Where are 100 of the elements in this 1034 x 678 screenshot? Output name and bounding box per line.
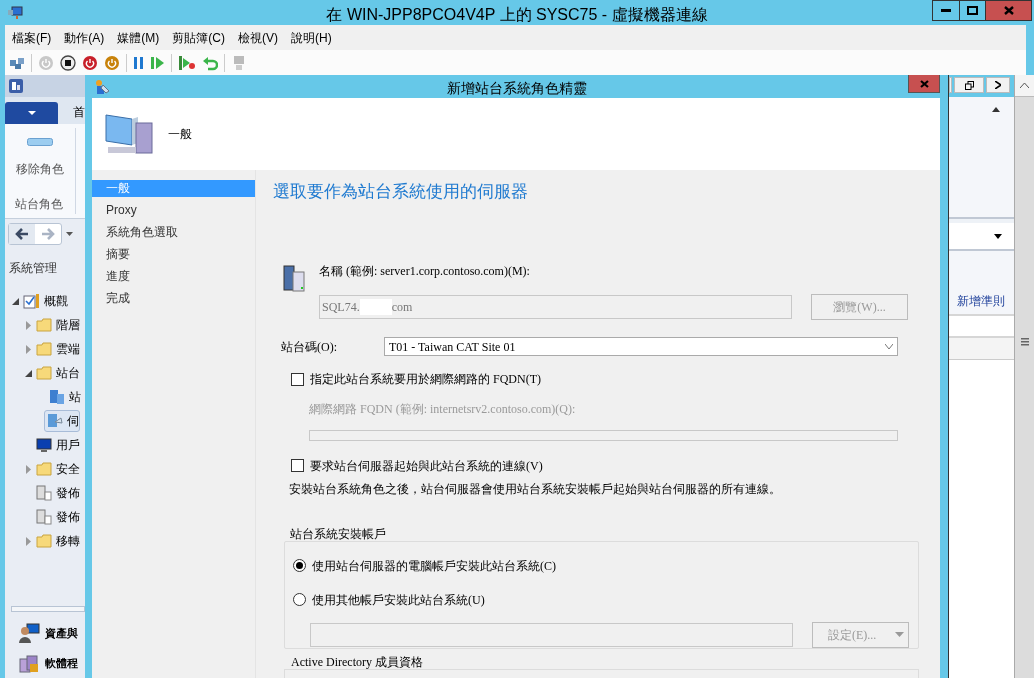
back-button[interactable]: [9, 224, 35, 244]
power-icon[interactable]: [104, 54, 120, 71]
group-title: Active Directory 成員資格: [291, 654, 424, 669]
scroll-up-icon[interactable]: [1020, 83, 1029, 88]
menu-item[interactable]: 媒體(M): [117, 28, 160, 47]
dropdown-caret-icon[interactable]: [66, 232, 73, 236]
dialog-title: 新增站台系統角色精靈: [446, 79, 587, 98]
collapsed-arrow-icon[interactable]: [25, 320, 31, 330]
tree-item[interactable]: 用戶: [34, 436, 80, 454]
field-label: 站台碼(O):: [281, 338, 338, 356]
tree-item[interactable]: 概觀: [21, 292, 68, 310]
tree-item[interactable]: 站: [47, 388, 81, 406]
wizard-step[interactable]: 進度: [92, 268, 255, 285]
close-button[interactable]: [986, 77, 1010, 93]
collapsed-arrow-icon[interactable]: [25, 464, 31, 474]
folder-icon: [36, 318, 52, 332]
packages-icon: [18, 653, 40, 673]
pane-title: 系統管理: [8, 260, 58, 277]
fqdn-field[interactable]: [309, 430, 898, 441]
server-role-icon: [47, 413, 63, 429]
user-computer-icon: [18, 623, 40, 643]
checkbox[interactable]: 指定此站台系統要用於網際網路的 FQDN(T): [291, 370, 940, 388]
wizard-step[interactable]: 摘要: [92, 246, 255, 263]
window-title: 在 WIN-JPP8PCO4V4P 上的 SYSC75 - 虛擬機器連線: [326, 5, 708, 25]
stop-icon[interactable]: [60, 54, 76, 71]
remove-role-button[interactable]: 移除角色: [15, 138, 65, 178]
radio-button[interactable]: 使用其他帳戶安裝此站台系統(U): [293, 590, 918, 609]
tree-item[interactable]: 站台: [34, 364, 80, 382]
close-icon: [919, 79, 929, 88]
servers-icon: [49, 389, 65, 405]
tree-item[interactable]: 雲端: [34, 340, 80, 358]
folder-icon: [36, 342, 52, 356]
folder-icon: [36, 366, 52, 380]
tree-item[interactable]: 發佈: [34, 484, 80, 502]
minimize-button[interactable]: [932, 0, 960, 21]
menu-item[interactable]: 動作(A): [64, 28, 105, 47]
tree-item[interactable]: 移轉: [34, 532, 80, 550]
folder-icon: [36, 534, 52, 548]
tree-item[interactable]: 安全: [34, 460, 80, 478]
overview-icon: [23, 293, 40, 309]
site-code-dropdown[interactable]: T01 - Taiwan CAT Site 01: [384, 337, 898, 356]
collapsed-arrow-icon[interactable]: [25, 536, 31, 546]
undo-icon[interactable]: [202, 54, 218, 71]
page-heading: 選取要作為站台系統使用的伺服器: [273, 181, 529, 203]
role-icon: [27, 138, 53, 146]
caret-icon: [895, 632, 904, 637]
grip-icon: [1020, 338, 1029, 346]
ribbon-group-label: 站台角色: [15, 196, 63, 213]
tree-item[interactable]: 階層: [34, 316, 80, 334]
field-label: 網際網路 FQDN (範例: internetsrv2.contoso.com)(Q):: [309, 401, 577, 418]
caret-icon: [27, 111, 36, 115]
play-icon[interactable]: [151, 55, 165, 70]
workspace-button[interactable]: 資產與: [5, 618, 85, 648]
scrollbar[interactable]: [1014, 75, 1034, 678]
tree-item[interactable]: 發佈: [34, 508, 80, 526]
snapshot-icon[interactable]: [178, 54, 196, 71]
network-icon[interactable]: [9, 55, 25, 70]
menu-item[interactable]: 剪貼簿(C): [172, 28, 225, 47]
collapsed-arrow-icon[interactable]: [25, 344, 31, 354]
minimize-icon: [941, 9, 951, 12]
menu-item[interactable]: 說明(H): [291, 28, 332, 47]
menu-item[interactable]: 檔案(F): [12, 28, 52, 47]
wizard-step[interactable]: 完成: [92, 290, 255, 307]
forward-arrow-icon: [41, 228, 55, 240]
vm-connection-icon: [8, 6, 24, 20]
folder-icon: [36, 462, 52, 476]
note-text: 安裝站台系統角色之後，站台伺服器會使用站台系統安裝帳戶起始與站台伺服器的所有連線。: [289, 480, 782, 498]
wizard-icon: [95, 79, 111, 95]
power-icon[interactable]: [82, 54, 98, 71]
menu-item[interactable]: 檢視(V): [238, 28, 278, 47]
group-title: 站台系統安裝帳戶: [290, 526, 387, 541]
close-icon: [1003, 6, 1014, 15]
server-stack-icon: [36, 509, 52, 525]
maximize-icon: [967, 6, 978, 15]
wizard-step[interactable]: 系統角色選取: [92, 224, 255, 241]
wizard-step[interactable]: Proxy: [92, 202, 255, 219]
restore-button[interactable]: [954, 77, 984, 93]
app-icon: [9, 79, 23, 93]
field-label: 名稱 (範例: server1.corp.contoso.com)(M):: [319, 263, 531, 280]
server-icon: [283, 264, 305, 292]
expanded-arrow-icon[interactable]: [24, 369, 32, 377]
checkbox[interactable]: 要求站台伺服器起始與此站台系統的連線(V): [291, 456, 940, 475]
monitor-icon: [36, 437, 52, 453]
server-name-field[interactable]: SQL74. com: [319, 295, 792, 319]
tree-item[interactable]: 伺: [44, 410, 80, 432]
computer-icon: [102, 111, 154, 157]
workspace-button[interactable]: 軟體程: [5, 648, 85, 678]
restore-icon: [964, 80, 974, 90]
page-header-title: 一般: [168, 126, 192, 143]
back-arrow-icon: [15, 228, 29, 240]
dropdown-caret-icon: [885, 344, 893, 349]
dropdown-caret-icon[interactable]: [994, 233, 1002, 239]
radio-button[interactable]: 使用站台伺服器的電腦帳戶安裝此站台系統(C): [293, 556, 918, 575]
close-icon: [995, 81, 1001, 89]
pause-icon[interactable]: [133, 55, 145, 70]
ribbon-tab[interactable]: 首: [73, 103, 85, 121]
account-field[interactable]: [310, 622, 793, 647]
server-stack-icon: [36, 485, 52, 501]
expanded-arrow-icon[interactable]: [11, 297, 19, 305]
collapse-ribbon-icon[interactable]: [992, 107, 1000, 112]
